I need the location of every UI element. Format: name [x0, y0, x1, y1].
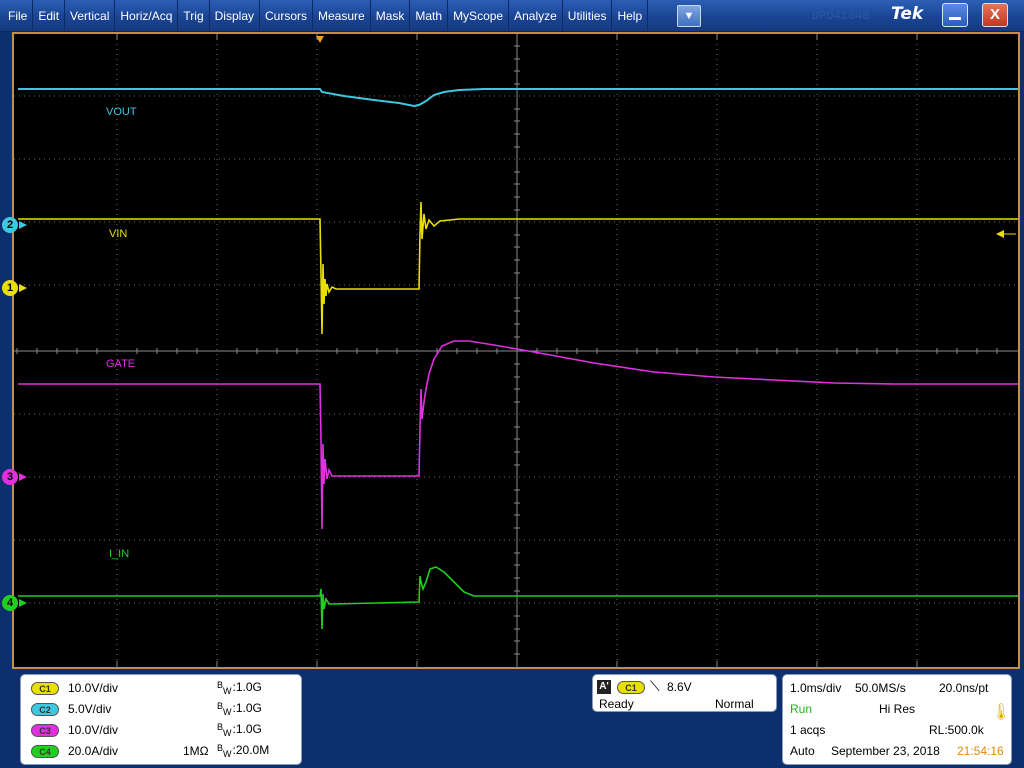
channel-pill-c1[interactable]: C1: [31, 681, 59, 695]
channel-pill-c2[interactable]: C2: [31, 702, 59, 716]
run-state: Run: [790, 702, 813, 716]
time: 21:54:16: [957, 744, 1004, 758]
menu-measure[interactable]: Measure: [313, 0, 371, 32]
thermometer-icon: 🌡: [991, 704, 1012, 721]
minimize-icon: [949, 17, 961, 20]
menu-display[interactable]: Display: [210, 0, 260, 32]
vin-trace: [18, 201, 1018, 335]
channel-bw-c3: BW:1.0G: [217, 722, 262, 738]
menu-analyze[interactable]: Analyze: [509, 0, 563, 32]
acquisition-mode: Hi Res: [879, 702, 916, 716]
main-menu: File Edit Vertical Horiz/Acq Trig Displa…: [2, 0, 649, 32]
time-resolution: 20.0ns/pt: [939, 681, 989, 695]
channel-scale-c3: 10.0V/div: [68, 723, 119, 737]
channel-readout-panel[interactable]: C1 10.0V/div BW:1.0G C2 5.0V/div BW:1.0G…: [20, 674, 302, 765]
channel-scale-c4: 20.0A/div: [68, 744, 119, 758]
trigger-slope-icon: ⟍: [650, 678, 660, 694]
menu-myscope[interactable]: MyScope: [448, 0, 510, 32]
ch2-ground-arrow: [19, 221, 27, 229]
menu-cursors[interactable]: Cursors: [260, 0, 314, 32]
menu-trig[interactable]: Trig: [178, 0, 210, 32]
menu-mask[interactable]: Mask: [371, 0, 411, 32]
trace-label-vout: VOUT: [106, 106, 137, 118]
ch4-ground-arrow: [19, 599, 27, 607]
sample-rate: 50.0MS/s: [855, 681, 906, 695]
trigger-level: 8.6V: [667, 680, 692, 694]
close-button[interactable]: X: [982, 3, 1008, 27]
channel-row-c1[interactable]: C1 10.0V/div BW:1.0G: [31, 679, 262, 697]
graticule-ticks: [16, 45, 998, 655]
trace-label-gate: GATE: [106, 358, 136, 370]
menu-file[interactable]: File: [2, 0, 34, 32]
channel-row-c2[interactable]: C2 5.0V/div BW:1.0G: [31, 700, 262, 718]
menu-utilities[interactable]: Utilities: [563, 0, 613, 32]
channel-bw-c4: BW:20.0M: [217, 743, 270, 759]
trigger-state: Ready: [599, 697, 634, 711]
menu-dropdown-button[interactable]: ▼: [677, 5, 701, 27]
vout-trace: [18, 88, 1018, 108]
trigger-mode: Normal: [715, 697, 754, 711]
trace-label-iin: I_IN: [109, 548, 130, 560]
menu-edit[interactable]: Edit: [33, 0, 66, 32]
waveform-display[interactable]: VOUT VIN GATE I_IN: [12, 32, 1020, 669]
channel-pill-c4[interactable]: C4: [31, 744, 59, 758]
ch3-ground-arrow: [19, 473, 27, 481]
horizontal-readout-panel[interactable]: 1.0ms/div 50.0MS/s 20.0ns/pt Run Hi Res …: [782, 674, 1012, 765]
acquisition-count: 1 acqs: [790, 723, 826, 737]
iin-trace: [18, 566, 1018, 630]
menu-horiz-acq[interactable]: Horiz/Acq: [115, 0, 179, 32]
menu-math[interactable]: Math: [410, 0, 449, 32]
ch3-ground-marker[interactable]: 3: [2, 469, 18, 485]
ch1-ground-marker[interactable]: 1: [2, 280, 18, 296]
date: September 23, 2018: [831, 744, 940, 758]
trigger-a-badge: A': [597, 680, 611, 694]
channel-bw-c1: BW:1.0G: [217, 680, 262, 696]
trigger-level-arrow: [996, 230, 1016, 238]
channel-pill-c3[interactable]: C3: [31, 723, 59, 737]
trigger-readout-panel[interactable]: A' C1 ⟍ 8.6V Ready Normal: [592, 674, 777, 712]
ch4-ground-marker[interactable]: 4: [2, 595, 18, 611]
trigger-source-pill[interactable]: C1: [617, 681, 645, 694]
record-length: RL:500.0k: [929, 723, 984, 737]
channel-scale-c2: 5.0V/div: [68, 702, 112, 716]
graticule-center: [14, 34, 1018, 667]
channel-scale-c1: 10.0V/div: [68, 681, 119, 695]
menu-vertical[interactable]: Vertical: [65, 0, 116, 32]
menu-bar: File Edit Vertical Horiz/Acq Trig Displa…: [0, 0, 1024, 32]
gate-trace: [18, 340, 1018, 530]
minimize-button[interactable]: [942, 3, 968, 27]
channel-row-c4[interactable]: C4 20.0A/div 1MΩ BW:20.0M: [31, 742, 269, 760]
graticule-and-traces: [14, 34, 1018, 667]
channel-bw-c2: BW:1.0G: [217, 701, 262, 717]
trace-label-vin: VIN: [109, 228, 128, 240]
channel-impedance-c4: 1MΩ: [183, 744, 209, 758]
time-per-div: 1.0ms/div: [790, 681, 842, 695]
ch1-ground-arrow: [19, 284, 27, 292]
model-watermark: DPO4104B: [812, 9, 870, 23]
menu-help[interactable]: Help: [612, 0, 649, 32]
trigger-mode-auto: Auto: [790, 744, 815, 758]
ch2-ground-marker[interactable]: 2: [2, 217, 18, 233]
tek-logo: Tek: [891, 4, 924, 24]
channel-row-c3[interactable]: C3 10.0V/div BW:1.0G: [31, 721, 262, 739]
